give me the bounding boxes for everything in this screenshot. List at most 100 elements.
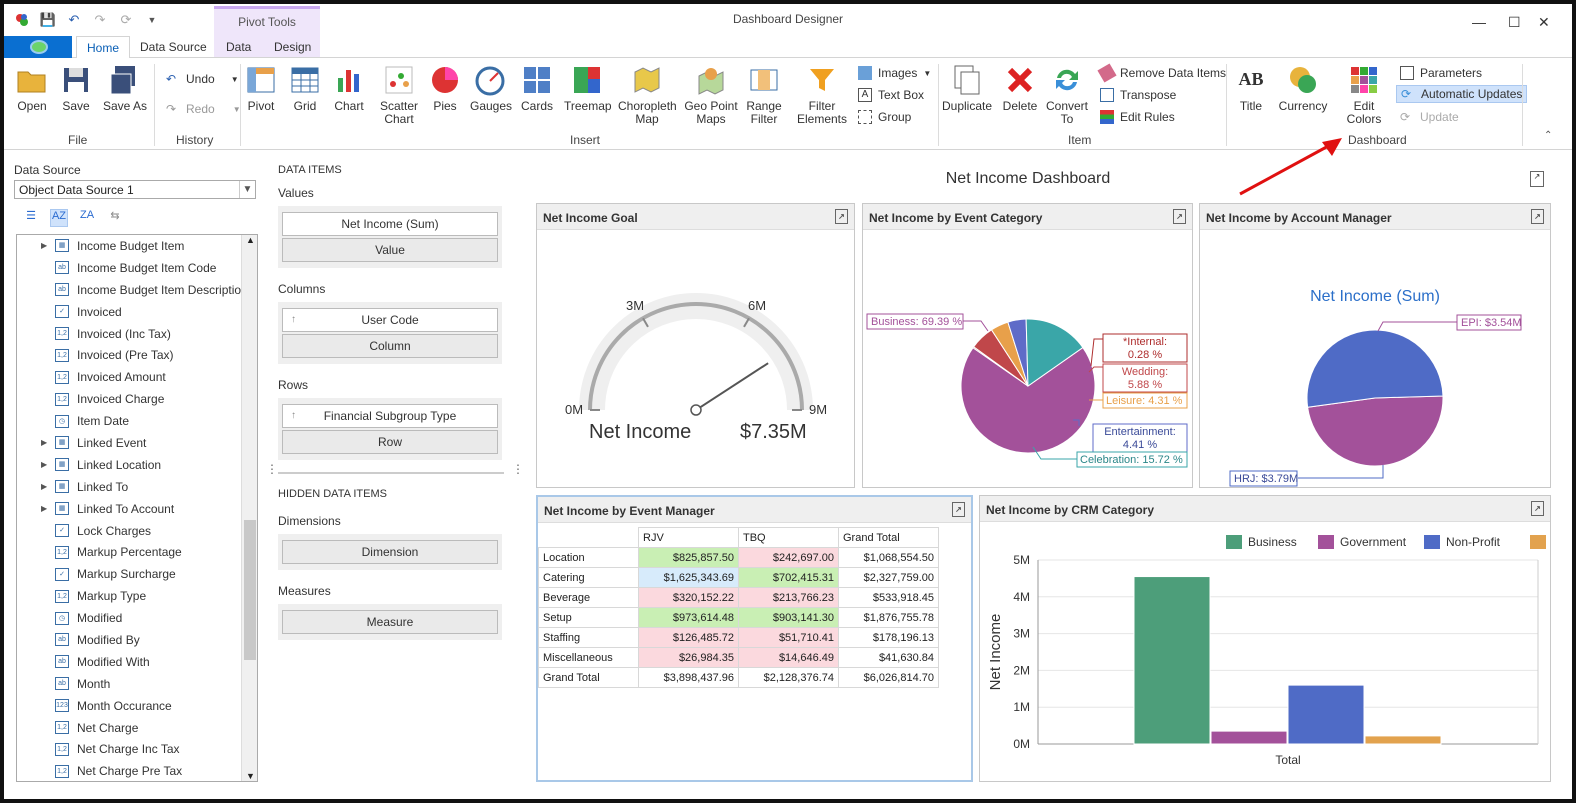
expand-arrow-icon[interactable]: ▶ — [41, 504, 55, 513]
field-list-item[interactable]: ab Modified With — [17, 651, 257, 673]
field-list-item[interactable]: ab Modified By — [17, 629, 257, 651]
field-list-item[interactable]: ▶ ▦ Linked Location — [17, 454, 257, 476]
dimension-drop-slot[interactable]: Dimension — [282, 540, 498, 564]
tab-design[interactable]: Design — [274, 40, 311, 54]
pivot-button[interactable]: Pivot — [244, 64, 278, 113]
tab-data-source[interactable]: Data Source — [140, 40, 207, 54]
pivot-row-header[interactable]: Catering — [538, 567, 639, 588]
value-drop-slot[interactable]: Value — [282, 238, 498, 262]
event-manager-pivot-panel[interactable]: Net Income by Event Manager ↗ RJV TBQ Grand… — [536, 495, 973, 782]
field-list-scrollbar[interactable]: ▲ ▼ — [241, 235, 257, 781]
bar-business[interactable] — [1133, 576, 1211, 745]
edit-rules-button[interactable]: Edit Rules — [1100, 108, 1175, 126]
field-list-item[interactable]: 1,2 Invoiced (Pre Tax) — [17, 344, 257, 366]
treemap-button[interactable]: Treemap — [564, 64, 612, 113]
field-list-item[interactable]: ab Income Budget Item Code — [17, 257, 257, 279]
export-icon[interactable]: ↗ — [1531, 209, 1544, 224]
save-as-button[interactable]: Save As — [102, 64, 148, 113]
account-manager-pie-panel[interactable]: Net Income by Account Manager ↗ Net Incom… — [1199, 203, 1551, 488]
export-icon[interactable]: ↗ — [952, 502, 965, 517]
splitter-grip-icon[interactable]: ⋮ — [266, 462, 278, 476]
redo-button[interactable]: ↷ Redo ▼ — [166, 100, 241, 118]
field-list-item[interactable]: ▶ ▦ Linked Event — [17, 432, 257, 454]
swap-icon[interactable]: ⇆ — [106, 209, 124, 227]
export-icon[interactable]: ↗ — [1531, 501, 1544, 516]
field-list-item[interactable]: ab Month — [17, 673, 257, 695]
row-drop-slot[interactable]: Row — [282, 430, 498, 454]
transpose-button[interactable]: Transpose — [1100, 86, 1176, 104]
group-by-type-icon[interactable]: ☰ — [22, 209, 40, 227]
minimize-icon[interactable]: — — [1472, 14, 1486, 30]
field-list-item[interactable]: ◷ Modified — [17, 607, 257, 629]
field-list-item[interactable]: ▶ ▦ Income Budget Item — [17, 235, 257, 257]
field-list-item[interactable]: 1,2 Net Charge Inc Tax — [17, 738, 257, 760]
field-list-item[interactable]: ✓ Markup Surcharge — [17, 563, 257, 585]
maximize-icon[interactable]: ☐ — [1508, 14, 1521, 31]
column-drop-slot[interactable]: Column — [282, 334, 498, 358]
splitter-grip-icon[interactable]: ⋮ — [512, 462, 524, 476]
grid-button[interactable]: Grid — [288, 64, 322, 113]
remove-data-items-button[interactable]: Remove Data Items — [1097, 63, 1226, 83]
pie-slice-epi[interactable] — [1307, 395, 1444, 467]
save-button[interactable]: Save — [58, 64, 94, 113]
field-list-item[interactable]: ▶ ▦ Linked To Account — [17, 498, 257, 520]
tab-data[interactable]: Data — [226, 40, 251, 54]
tab-home[interactable]: Home — [76, 36, 131, 59]
field-list-item[interactable]: 1,2 Invoiced Amount — [17, 366, 257, 388]
undo-button[interactable]: ↶ Undo ▼ — [166, 70, 239, 88]
currency-button[interactable]: Currency — [1278, 64, 1328, 113]
close-icon[interactable]: ✕ — [1538, 14, 1550, 31]
pivot-row-header[interactable]: Setup — [538, 607, 639, 628]
choropleth-map-button[interactable]: Choropleth Map — [618, 64, 677, 126]
event-category-pie-panel[interactable]: Net Income by Event Category ↗ Business: … — [862, 203, 1193, 488]
cards-button[interactable]: Cards — [520, 64, 554, 113]
field-list-item[interactable]: 1,2 Invoiced (Inc Tax) — [17, 323, 257, 345]
value-item-net-income[interactable]: Net Income (Sum) — [282, 212, 498, 236]
gauges-button[interactable]: Gauges — [470, 64, 512, 113]
parameters-button[interactable]: Parameters — [1400, 64, 1482, 82]
column-item-user-code[interactable]: ↑ User Code — [282, 308, 498, 332]
group-button[interactable]: Group — [858, 108, 911, 126]
export-icon[interactable]: ↗ — [835, 209, 848, 224]
pivot-row-header[interactable]: Miscellaneous — [538, 647, 639, 668]
field-list-item[interactable]: ✓ Lock Charges — [17, 520, 257, 542]
pivot-col-header[interactable]: RJV — [638, 527, 739, 548]
text-box-button[interactable]: A Text Box — [858, 86, 924, 104]
crm-category-chart-panel[interactable]: Net Income by CRM Category ↗ Business Gove… — [979, 495, 1576, 782]
data-source-combo[interactable]: Object Data Source 1 ▼ — [14, 180, 256, 199]
measure-drop-slot[interactable]: Measure — [282, 610, 498, 634]
field-list-item[interactable]: ◷ Item Date — [17, 410, 257, 432]
export-icon[interactable]: ↗ — [1530, 171, 1544, 187]
pivot-col-header[interactable]: TBQ — [738, 527, 839, 548]
field-list-item[interactable]: ✓ Invoiced — [17, 301, 257, 323]
automatic-updates-button[interactable]: ⟳ Automatic Updates — [1396, 85, 1528, 103]
bar-government[interactable] — [1210, 730, 1288, 745]
gauge-panel[interactable]: Net Income Goal ↗ 0M 3M 6M 9M Net Income $7.… — [536, 203, 855, 488]
bar-nonprofit[interactable] — [1287, 684, 1365, 745]
pivot-row-header[interactable]: Beverage — [538, 587, 639, 608]
pies-button[interactable]: Pies — [428, 64, 462, 113]
convert-to-button[interactable]: Convert To — [1044, 64, 1090, 126]
title-button[interactable]: AB Title — [1234, 64, 1268, 113]
pivot-row-header[interactable]: Staffing — [538, 627, 639, 648]
pivot-row-header[interactable]: Location — [538, 547, 639, 568]
field-list-item[interactable]: 123 Month Occurance — [17, 695, 257, 717]
duplicate-button[interactable]: Duplicate — [942, 64, 992, 113]
bar-personal[interactable] — [1364, 735, 1442, 745]
update-button[interactable]: ⟳ Update — [1400, 108, 1459, 126]
field-list-item[interactable]: ▶ ▦ Linked To — [17, 476, 257, 498]
pivot-row-header[interactable]: Grand Total — [538, 667, 639, 688]
chart-button[interactable]: Chart — [332, 64, 366, 113]
sort-ascending-icon[interactable]: AZ — [50, 209, 68, 227]
field-list-item[interactable]: 1,2 Markup Type — [17, 585, 257, 607]
open-button[interactable]: Open — [14, 64, 50, 113]
geo-point-maps-button[interactable]: Geo Point Maps — [682, 64, 740, 126]
field-list-item[interactable]: 1,2 Net Charge — [17, 717, 257, 739]
file-menu-button[interactable] — [4, 36, 72, 58]
field-list-item[interactable]: 1,2 Net Charge Pre Tax — [17, 760, 257, 781]
field-list-item[interactable]: 1,2 Invoiced Charge — [17, 388, 257, 410]
edit-colors-button[interactable]: Edit Colors — [1336, 64, 1392, 126]
export-icon[interactable]: ↗ — [1173, 209, 1186, 224]
scatter-chart-button[interactable]: Scatter Chart — [376, 64, 422, 126]
field-list-item[interactable]: 1,2 Markup Percentage — [17, 541, 257, 563]
